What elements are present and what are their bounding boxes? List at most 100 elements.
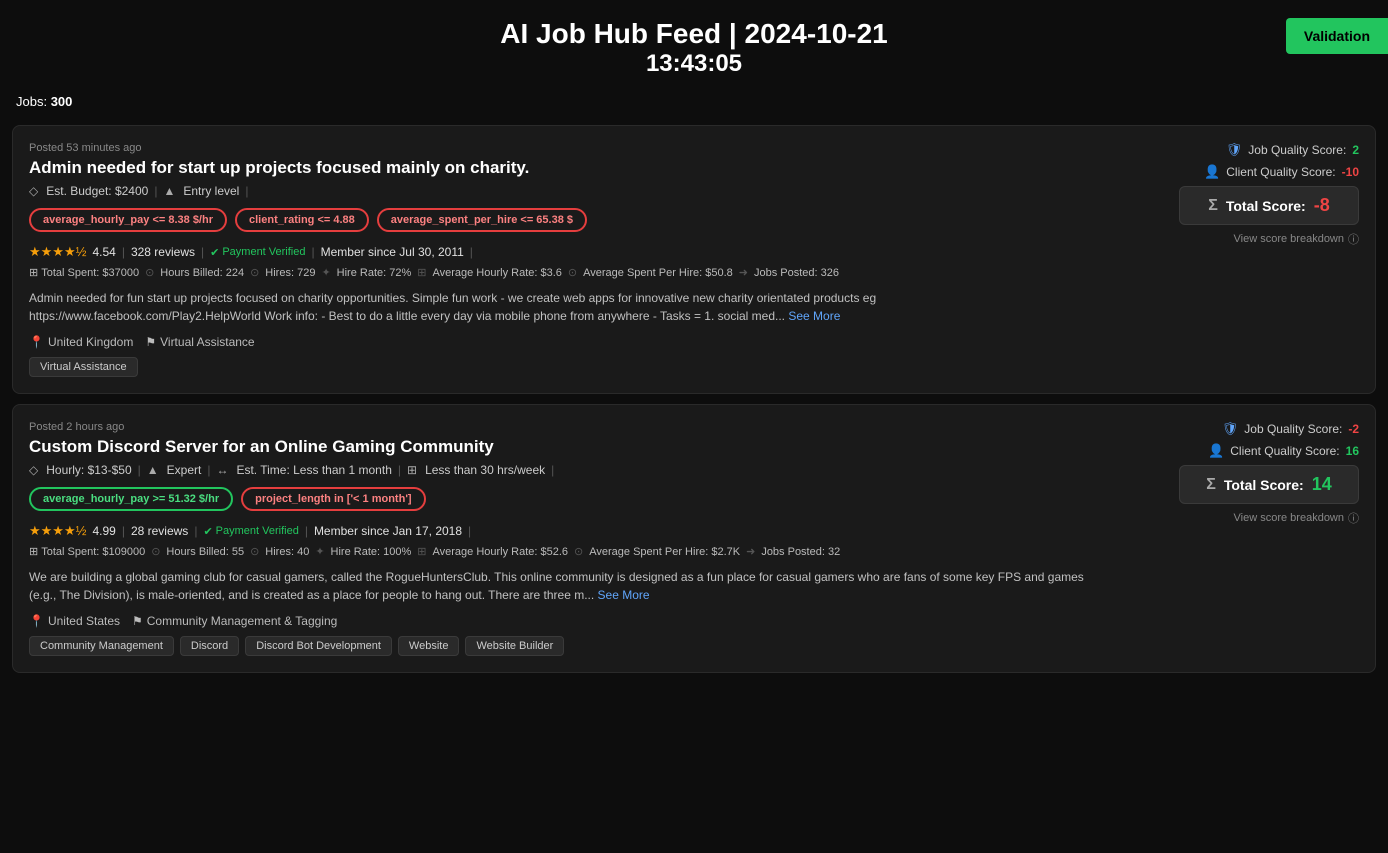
location-pin-icon: 📍 bbox=[29, 335, 44, 349]
job-est-time: Est. Time: Less than 1 month bbox=[236, 463, 391, 477]
stats-row: ⊞ Total Spent: $37000 ⊙ Hours Billed: 22… bbox=[29, 266, 1103, 279]
job-cards-container: Posted 53 minutes ago Admin needed for s… bbox=[0, 125, 1388, 673]
tag: Discord bbox=[180, 636, 239, 656]
job-quality-score-row: 🛡 Job Quality Score: 2 bbox=[1226, 142, 1359, 158]
job-score-panel: 🛡 Job Quality Score: -2 👤 Client Quality… bbox=[1119, 421, 1359, 656]
payment-verified: ✔ Payment Verified bbox=[203, 525, 298, 538]
person-icon: 👤 bbox=[1208, 443, 1224, 459]
rating-value: 4.99 bbox=[92, 524, 115, 538]
job-title[interactable]: Custom Discord Server for an Online Gami… bbox=[29, 437, 1103, 457]
location-pin-icon: 📍 bbox=[29, 614, 44, 628]
filter-badge: project_length in ['< 1 month'] bbox=[241, 487, 426, 511]
star-rating-display: ★★★★½ bbox=[29, 523, 86, 539]
star-rating-display: ★★★★½ bbox=[29, 244, 86, 260]
total-spent: ⊞ Total Spent: $109000 bbox=[29, 545, 145, 558]
location: 📍 United States bbox=[29, 614, 120, 628]
view-score-breakdown[interactable]: View score breakdown ⓘ bbox=[1234, 510, 1359, 526]
member-since: Member since Jul 30, 2011 bbox=[321, 245, 464, 259]
reviews-count: 328 reviews bbox=[131, 245, 195, 259]
tag: Website bbox=[398, 636, 460, 656]
payment-verified: ✔ Payment Verified bbox=[210, 246, 305, 259]
job-quality-label: Job Quality Score: bbox=[1244, 422, 1342, 436]
checkmark-icon: ✔ bbox=[203, 525, 212, 538]
stars-row: ★★★★½ 4.99 | 28 reviews | ✔ Payment Veri… bbox=[29, 523, 1103, 539]
stars-row: ★★★★½ 4.54 | 328 reviews | ✔ Payment Ver… bbox=[29, 244, 1103, 260]
tag: Virtual Assistance bbox=[29, 357, 138, 377]
reviews-count: 28 reviews bbox=[131, 524, 188, 538]
job-level: Entry level bbox=[183, 184, 239, 198]
job-description: We are building a global gaming club for… bbox=[29, 568, 1103, 604]
category-icon: ⚑ bbox=[145, 335, 156, 349]
hours-billed: Hours Billed: 55 bbox=[166, 546, 244, 558]
location-row: 📍 United States ⚑ Community Management &… bbox=[29, 614, 1103, 628]
tag: Community Management bbox=[29, 636, 174, 656]
validation-button[interactable]: Validation bbox=[1286, 18, 1388, 54]
checkmark-icon: ✔ bbox=[210, 246, 219, 259]
posted-time: Posted 2 hours ago bbox=[29, 421, 1103, 433]
hire-rate: Hire Rate: 100% bbox=[331, 546, 412, 558]
hires: Hires: 729 bbox=[265, 267, 315, 279]
jobs-posted: Jobs Posted: 32 bbox=[761, 546, 840, 558]
client-quality-label: Client Quality Score: bbox=[1230, 444, 1339, 458]
breakdown-text: View score breakdown bbox=[1234, 233, 1344, 245]
header: AI Job Hub Feed | 2024-10-21 13:43:05 Va… bbox=[0, 0, 1388, 88]
tags-row: Virtual Assistance bbox=[29, 357, 1103, 377]
jobs-count-value: 300 bbox=[51, 94, 73, 109]
client-quality-label: Client Quality Score: bbox=[1226, 165, 1335, 179]
breakdown-text: View score breakdown bbox=[1234, 512, 1344, 524]
job-description: Admin needed for fun start up projects f… bbox=[29, 289, 1103, 325]
spent-icon: ⊞ bbox=[29, 266, 38, 279]
location-row: 📍 United Kingdom ⚑ Virtual Assistance bbox=[29, 335, 1103, 349]
badges-row: average_hourly_pay <= 8.38 $/hrclient_ra… bbox=[29, 208, 1103, 232]
total-score-box: Σ Total Score: 14 bbox=[1179, 465, 1359, 504]
tag: Discord Bot Development bbox=[245, 636, 392, 656]
view-score-breakdown[interactable]: View score breakdown ⓘ bbox=[1234, 231, 1359, 247]
client-quality-value: -10 bbox=[1342, 165, 1359, 179]
hires: Hires: 40 bbox=[265, 546, 309, 558]
job-title[interactable]: Admin needed for start up projects focus… bbox=[29, 158, 1103, 178]
job-meta: ◇ Est. Budget: $2400 | ▲ Entry level | bbox=[29, 184, 1103, 198]
spent-icon: ⊞ bbox=[29, 545, 38, 558]
total-score-box: Σ Total Score: -8 bbox=[1179, 186, 1359, 225]
badges-row: average_hourly_pay >= 51.32 $/hr project_… bbox=[29, 487, 1103, 511]
category: ⚑ Virtual Assistance bbox=[145, 335, 254, 349]
sigma-icon: Σ bbox=[1208, 197, 1218, 215]
job-card: Posted 2 hours ago Custom Discord Server… bbox=[12, 404, 1376, 673]
avg-hourly-rate: Average Hourly Rate: $52.6 bbox=[432, 546, 568, 558]
client-quality-score-row: 👤 Client Quality Score: -10 bbox=[1204, 164, 1359, 180]
info-icon: ⓘ bbox=[1348, 510, 1359, 526]
total-score-value: -8 bbox=[1314, 195, 1330, 216]
jobs-count-row: Jobs: 300 bbox=[0, 88, 1388, 115]
client-quality-value: 16 bbox=[1346, 444, 1359, 458]
avg-spent-per-hire: Average Spent Per Hire: $2.7K bbox=[589, 546, 740, 558]
jobs-posted: Jobs Posted: 326 bbox=[754, 267, 839, 279]
tag: Website Builder bbox=[465, 636, 564, 656]
see-more-link[interactable]: See More bbox=[598, 588, 650, 602]
total-score-value: 14 bbox=[1312, 474, 1332, 495]
hours-billed: Hours Billed: 224 bbox=[160, 267, 244, 279]
jobs-count-label: Jobs: bbox=[16, 94, 47, 109]
avg-hourly-rate: Average Hourly Rate: $3.6 bbox=[432, 267, 561, 279]
shield-icon: 🛡 bbox=[1226, 142, 1243, 158]
level-icon: ▲ bbox=[163, 184, 175, 198]
see-more-link[interactable]: See More bbox=[788, 309, 840, 323]
job-card: Posted 53 minutes ago Admin needed for s… bbox=[12, 125, 1376, 394]
person-icon: 👤 bbox=[1204, 164, 1220, 180]
posted-time: Posted 53 minutes ago bbox=[29, 142, 1103, 154]
job-quality-label: Job Quality Score: bbox=[1248, 143, 1346, 157]
location: 📍 United Kingdom bbox=[29, 335, 133, 349]
sigma-icon: Σ bbox=[1206, 476, 1216, 494]
job-meta: ◇ Hourly: $13-$50 | ▲ Expert | ↔ Est. Ti… bbox=[29, 463, 1103, 477]
member-since: Member since Jan 17, 2018 bbox=[314, 524, 462, 538]
category-icon: ⚑ bbox=[132, 614, 143, 628]
level-icon: ▲ bbox=[147, 463, 159, 477]
job-quality-value: 2 bbox=[1352, 143, 1359, 157]
info-icon: ⓘ bbox=[1348, 231, 1359, 247]
filter-badge: average_hourly_pay >= 51.32 $/hr bbox=[29, 487, 233, 511]
shield-icon: 🛡 bbox=[1222, 421, 1239, 437]
job-quality-value: -2 bbox=[1348, 422, 1359, 436]
total-score-label: Total Score: bbox=[1224, 477, 1304, 493]
filter-badge: average_hourly_pay <= 8.38 $/hr bbox=[29, 208, 227, 232]
job-level: Expert bbox=[167, 463, 202, 477]
hire-rate: Hire Rate: 72% bbox=[337, 267, 412, 279]
